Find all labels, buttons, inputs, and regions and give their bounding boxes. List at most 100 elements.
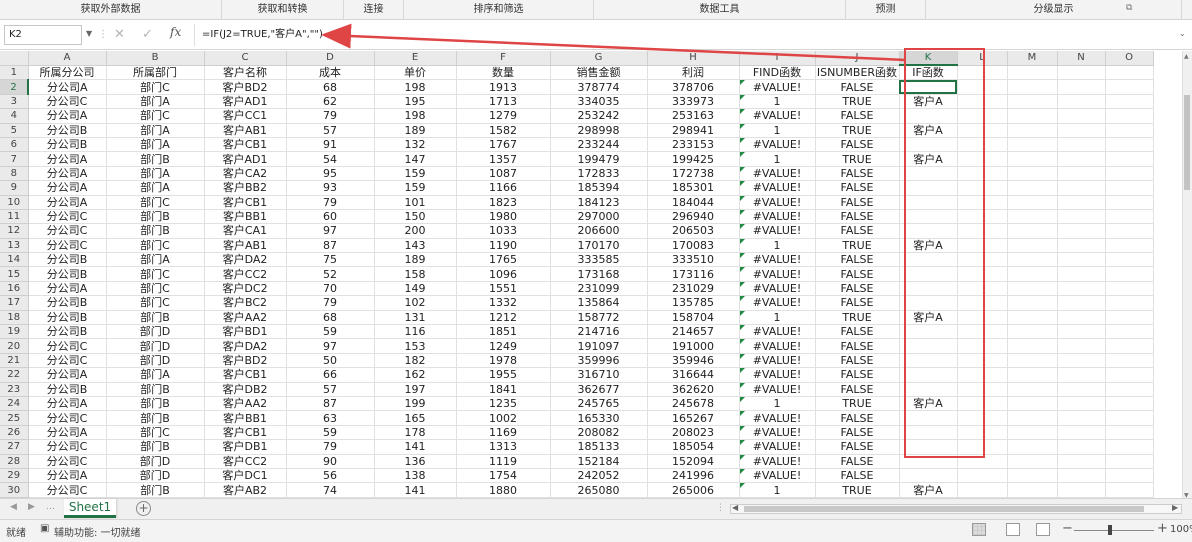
cell-J29[interactable]: FALSE xyxy=(815,468,900,484)
cell-K21[interactable] xyxy=(899,353,958,369)
cell-B17[interactable]: 部门C xyxy=(106,295,205,311)
cell-I23[interactable]: #VALUE! xyxy=(739,382,816,397)
cell-I30[interactable]: 1 xyxy=(739,482,816,498)
cell-F29[interactable]: 1754 xyxy=(456,468,551,484)
cell-E5[interactable]: 189 xyxy=(374,123,457,138)
row-header[interactable]: 27 xyxy=(0,439,29,455)
select-all-corner[interactable] xyxy=(0,51,29,66)
cell-L18[interactable] xyxy=(957,310,1008,326)
cell-O28[interactable] xyxy=(1105,454,1154,469)
cell-J8[interactable]: FALSE xyxy=(815,166,900,182)
cell-B25[interactable]: 部门B xyxy=(106,410,205,426)
cell-F25[interactable]: 1002 xyxy=(456,410,551,426)
cell-L9[interactable] xyxy=(957,180,1008,196)
cell-J10[interactable]: FALSE xyxy=(815,195,900,210)
cell-G26[interactable]: 208082 xyxy=(550,425,648,441)
cell-J5[interactable]: TRUE xyxy=(815,123,900,138)
row-header[interactable]: 1 xyxy=(0,65,29,81)
column-header-M[interactable]: M xyxy=(1007,51,1058,66)
cell-E12[interactable]: 200 xyxy=(374,223,457,239)
sheet-tab-sheet1[interactable]: Sheet1 xyxy=(64,499,116,518)
cell-A15[interactable]: 分公司B xyxy=(28,266,107,282)
cell-O22[interactable] xyxy=(1105,367,1154,383)
ribbon-dialog-launcher-icon[interactable]: ⧉ xyxy=(1126,3,1132,13)
column-header-B[interactable]: B xyxy=(106,51,205,66)
cell-L7[interactable] xyxy=(957,151,1008,167)
cell-F15[interactable]: 1096 xyxy=(456,266,551,282)
ribbon-group-5[interactable]: 数据工具 xyxy=(594,0,846,19)
cell-B7[interactable]: 部门B xyxy=(106,151,205,167)
cell-D12[interactable]: 97 xyxy=(286,223,375,239)
cell-A21[interactable]: 分公司C xyxy=(28,353,107,369)
cell-D5[interactable]: 57 xyxy=(286,123,375,138)
cell-N13[interactable] xyxy=(1057,238,1106,254)
cell-E23[interactable]: 197 xyxy=(374,382,457,397)
cell-F7[interactable]: 1357 xyxy=(456,151,551,167)
cell-J13[interactable]: TRUE xyxy=(815,238,900,254)
cell-B12[interactable]: 部门B xyxy=(106,223,205,239)
cell-F5[interactable]: 1582 xyxy=(456,123,551,138)
cell-O4[interactable] xyxy=(1105,108,1154,124)
cell-G10[interactable]: 184123 xyxy=(550,195,648,210)
cell-C25[interactable]: 客户BB1 xyxy=(204,410,287,426)
cell-C13[interactable]: 客户AB1 xyxy=(204,238,287,254)
cell-O10[interactable] xyxy=(1105,195,1154,210)
row-header[interactable]: 2 xyxy=(0,79,29,95)
cell-M28[interactable] xyxy=(1007,454,1058,469)
cell-M23[interactable] xyxy=(1007,382,1058,397)
cell-M17[interactable] xyxy=(1007,295,1058,311)
cell-N16[interactable] xyxy=(1057,281,1106,297)
row-header[interactable]: 6 xyxy=(0,137,29,153)
column-header-I[interactable]: I xyxy=(739,51,816,66)
cell-H11[interactable]: 296940 xyxy=(647,209,740,225)
row-header[interactable]: 25 xyxy=(0,410,29,426)
ribbon-group-2[interactable]: 获取和转换 xyxy=(222,0,344,19)
row-header[interactable]: 17 xyxy=(0,295,29,311)
cell-G5[interactable]: 298998 xyxy=(550,123,648,138)
cell-L15[interactable] xyxy=(957,266,1008,282)
cell-F4[interactable]: 1279 xyxy=(456,108,551,124)
cell-N28[interactable] xyxy=(1057,454,1106,469)
cell-K6[interactable] xyxy=(899,137,958,153)
cell-N26[interactable] xyxy=(1057,425,1106,441)
cell-L1[interactable] xyxy=(957,65,1008,81)
cell-N19[interactable] xyxy=(1057,324,1106,340)
cell-C8[interactable]: 客户CA2 xyxy=(204,166,287,182)
cell-N7[interactable] xyxy=(1057,151,1106,167)
cell-G22[interactable]: 316710 xyxy=(550,367,648,383)
cell-table[interactable]: A B C D E F G H I J K L M N O 1 所属分公司 所属部门 客户名称 成本 单价 数量 销售金额利… xyxy=(0,51,1154,498)
cell-E26[interactable]: 178 xyxy=(374,425,457,441)
cell-O20[interactable] xyxy=(1105,338,1154,354)
cell-J11[interactable]: FALSE xyxy=(815,209,900,225)
cell-H14[interactable]: 333510 xyxy=(647,252,740,268)
column-header-L[interactable]: L xyxy=(957,51,1008,66)
cell-H4[interactable]: 253163 xyxy=(647,108,740,124)
row-header[interactable]: 15 xyxy=(0,266,29,282)
cell-H30[interactable]: 265006 xyxy=(647,482,740,498)
cell-L25[interactable] xyxy=(957,410,1008,426)
cell-H17[interactable]: 135785 xyxy=(647,295,740,311)
ribbon-group-6[interactable]: 预测 xyxy=(846,0,926,19)
add-sheet-icon[interactable]: + xyxy=(136,501,151,516)
cell-E18[interactable]: 131 xyxy=(374,310,457,326)
cell-L23[interactable] xyxy=(957,382,1008,397)
cell-A9[interactable]: 分公司A xyxy=(28,180,107,196)
column-header-C[interactable]: C xyxy=(204,51,287,66)
cell-D13[interactable]: 87 xyxy=(286,238,375,254)
cell-J22[interactable]: FALSE xyxy=(815,367,900,383)
cell-F18[interactable]: 1212 xyxy=(456,310,551,326)
column-header-F[interactable]: F xyxy=(456,51,551,66)
cell-M1[interactable] xyxy=(1007,65,1058,81)
column-header-A[interactable]: A xyxy=(28,51,107,66)
cell-H5[interactable]: 298941 xyxy=(647,123,740,138)
cell-O9[interactable] xyxy=(1105,180,1154,196)
cell-N3[interactable] xyxy=(1057,94,1106,110)
cell-F22[interactable]: 1955 xyxy=(456,367,551,383)
cell-C19[interactable]: 客户BD1 xyxy=(204,324,287,340)
cell-I21[interactable]: #VALUE! xyxy=(739,353,816,369)
cell-C12[interactable]: 客户CA1 xyxy=(204,223,287,239)
cell-H29[interactable]: 241996 xyxy=(647,468,740,484)
cell-B3[interactable]: 部门A xyxy=(106,94,205,110)
cell-L17[interactable] xyxy=(957,295,1008,311)
accessibility-status[interactable]: 辅助功能: 一切就绪 xyxy=(54,524,141,539)
